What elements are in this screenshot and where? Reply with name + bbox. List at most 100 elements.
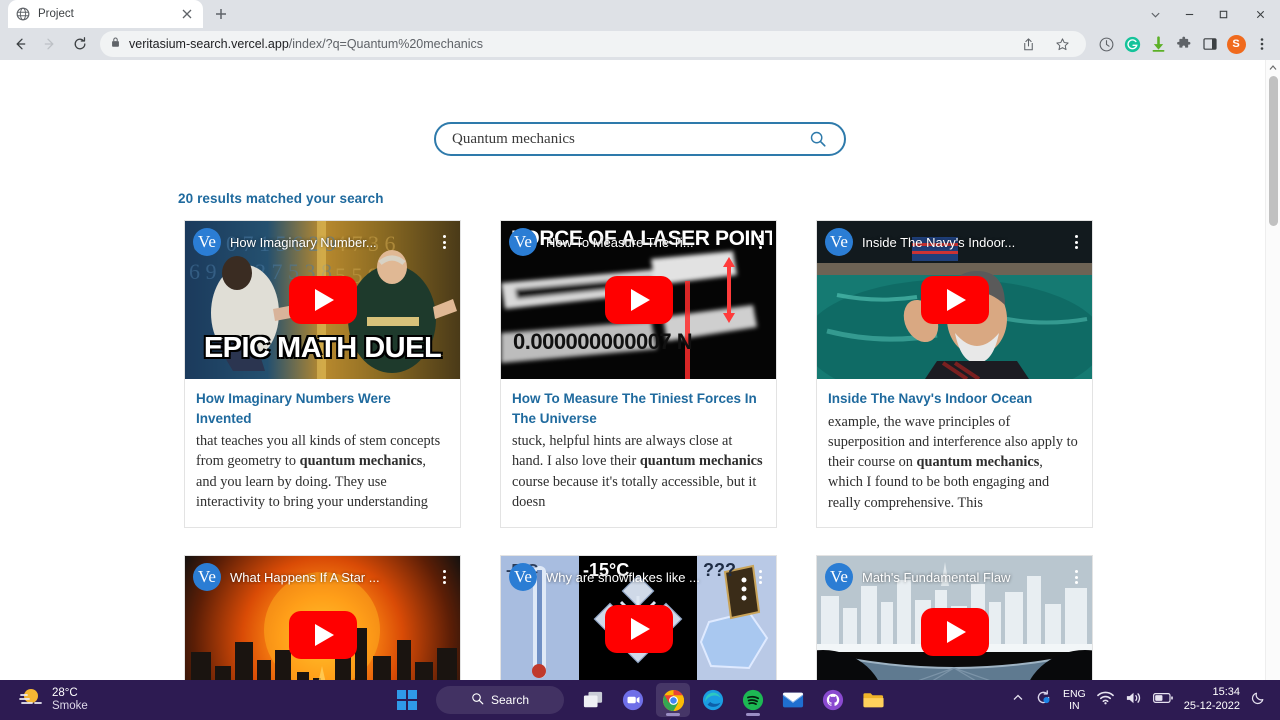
task-view-icon[interactable] <box>576 683 610 717</box>
channel-logo-icon: Ve <box>193 563 221 592</box>
results-grid: 8 3 0 7 1 5 6 2 9 6 9 1 4 2 7 5 3 8 4 7 … <box>184 220 1096 680</box>
chevron-up-icon[interactable] <box>1012 691 1024 709</box>
chevron-down-icon[interactable] <box>1138 0 1172 28</box>
video-thumbnail[interactable]: FORCE OF A LASER POINTER 0.000000000007 … <box>501 221 776 379</box>
close-icon[interactable] <box>1240 0 1280 28</box>
file-explorer-icon[interactable] <box>856 683 890 717</box>
result-card[interactable]: 8 3 0 7 1 5 6 2 9 6 9 1 4 2 7 5 3 8 4 7 … <box>184 220 461 529</box>
windows-start-icon[interactable] <box>390 683 424 717</box>
windows-taskbar: 28°C Smoke Search ENG IN 15:34 25-12-202… <box>0 680 1280 720</box>
result-card[interactable]: Ve Inside The Navy's Indoor... Inside Th… <box>816 220 1093 529</box>
page-viewport: 20 results matched your search 8 3 0 7 1… <box>0 60 1280 680</box>
maximize-icon[interactable] <box>1206 0 1240 28</box>
result-title[interactable]: Inside The Navy's Indoor Ocean <box>828 389 1081 409</box>
result-card-body: How To Measure The Tiniest Forces In The… <box>501 379 776 526</box>
play-button[interactable] <box>288 611 357 660</box>
browser-window: Project veritasium-search.vercel.app/ind… <box>0 0 1280 680</box>
result-card[interactable]: FORCE OF A LASER POINTER 0.000000000007 … <box>500 220 777 529</box>
video-thumbnail[interactable]: -5°C -15°C ??? SOLVED AFTER 85 YEARS Ve … <box>501 556 776 680</box>
result-title[interactable]: How Imaginary Numbers Were Invented <box>196 389 449 428</box>
video-thumbnail[interactable]: 8 3 0 7 1 5 6 2 9 6 9 1 4 2 7 5 3 8 4 7 … <box>185 221 460 379</box>
system-tray: ENG IN 15:34 25-12-2022 <box>1012 686 1272 714</box>
haze-sun-icon <box>18 687 44 714</box>
play-button[interactable] <box>920 276 989 324</box>
lock-icon <box>110 35 121 53</box>
weather-condition: Smoke <box>52 700 88 712</box>
spotify-icon[interactable] <box>736 683 770 717</box>
app-running-indicator <box>666 713 680 716</box>
minimize-icon[interactable] <box>1172 0 1206 28</box>
taskbar-search[interactable]: Search <box>436 686 564 714</box>
result-card[interactable]: INCOMPLETENESS Ve Math's Fundamental Fla… <box>816 555 1093 680</box>
avatar-initial: S <box>1226 34 1246 54</box>
new-tab-button[interactable] <box>207 0 235 28</box>
channel-logo-icon: Ve <box>509 228 537 256</box>
video-menu-icon[interactable] <box>436 235 452 249</box>
github-icon[interactable] <box>816 683 850 717</box>
video-menu-icon[interactable] <box>436 570 452 585</box>
close-icon[interactable] <box>179 6 195 22</box>
share-icon[interactable] <box>1016 32 1040 56</box>
result-card[interactable]: -5°C -15°C ??? SOLVED AFTER 85 YEARS Ve … <box>500 555 777 680</box>
back-arrow-icon[interactable] <box>6 30 34 58</box>
speaker-icon[interactable] <box>1125 691 1142 710</box>
battery-icon[interactable] <box>1152 691 1173 709</box>
side-panel-icon[interactable] <box>1198 32 1222 56</box>
desc-highlight: quantum mechanics <box>299 453 423 470</box>
result-title[interactable]: How To Measure The Tiniest Forces In The… <box>512 389 765 428</box>
video-menu-icon[interactable] <box>752 235 768 249</box>
grammarly-icon[interactable] <box>1120 32 1144 56</box>
extensions-puzzle-icon[interactable] <box>1172 32 1196 56</box>
browser-toolbar: veritasium-search.vercel.app/index/?q=Qu… <box>0 28 1280 60</box>
download-icon[interactable] <box>1146 32 1170 56</box>
video-menu-icon[interactable] <box>1068 570 1084 585</box>
language-indicator[interactable]: ENG IN <box>1063 688 1086 713</box>
taskbar-clock[interactable]: 15:34 25-12-2022 <box>1184 686 1240 714</box>
bookmark-star-icon[interactable] <box>1050 32 1074 56</box>
video-menu-icon[interactable] <box>1068 235 1084 249</box>
address-bar[interactable]: veritasium-search.vercel.app/index/?q=Qu… <box>100 31 1086 57</box>
desc-highlight: quantum mechanics <box>916 454 1040 471</box>
result-description: that teaches you all kinds of stem conce… <box>196 431 449 512</box>
play-button[interactable] <box>288 276 357 324</box>
mail-icon[interactable] <box>776 683 810 717</box>
play-button[interactable] <box>920 607 989 656</box>
video-title-overlay: Math's Fundamental Flaw <box>862 569 1011 585</box>
search-icon[interactable] <box>808 129 828 149</box>
results-count: 20 results matched your search <box>178 191 384 206</box>
video-title-overlay: What Happens If A Star ... <box>230 569 380 585</box>
weather-text: 28°C Smoke <box>52 687 88 713</box>
play-button[interactable] <box>604 276 673 324</box>
weather-widget[interactable]: 28°C Smoke <box>8 687 88 714</box>
video-thumbnail[interactable]: Ve Inside The Navy's Indoor... <box>817 221 1092 379</box>
address-bar-url: veritasium-search.vercel.app/index/?q=Qu… <box>129 37 483 51</box>
channel-logo-icon: Ve <box>193 228 221 256</box>
video-title-overlay: How To Measure The Ti... <box>546 234 694 250</box>
weather-temperature: 28°C <box>52 686 78 699</box>
edge-icon[interactable] <box>696 683 730 717</box>
video-thumbnail[interactable]: INCOMPLETENESS Ve Math's Fundamental Fla… <box>817 556 1092 680</box>
search-input[interactable] <box>452 130 808 148</box>
thumbnail-banner: EPIC MATH DUEL <box>203 332 442 364</box>
globe-icon <box>16 7 30 21</box>
play-button[interactable] <box>604 604 673 653</box>
chat-teams-icon[interactable] <box>616 683 650 717</box>
scroll-up-icon[interactable] <box>1266 60 1280 75</box>
wifi-icon[interactable] <box>1096 691 1114 710</box>
browser-tab[interactable]: Project <box>8 0 203 28</box>
reload-icon[interactable] <box>66 30 94 58</box>
history-clock-icon[interactable] <box>1094 32 1118 56</box>
clock-date: 25-12-2022 <box>1183 700 1240 712</box>
video-menu-icon[interactable] <box>752 570 768 585</box>
video-thumbnail[interactable]: Ve What Happens If A Star ... <box>185 556 460 680</box>
kebab-menu-icon[interactable] <box>1250 32 1274 56</box>
avatar[interactable]: S <box>1224 32 1248 56</box>
scrollbar-thumb[interactable] <box>1269 76 1278 226</box>
moon-dnd-icon[interactable] <box>1251 690 1266 710</box>
page-scrollbar[interactable] <box>1265 60 1280 680</box>
search-box[interactable] <box>434 122 846 156</box>
onedrive-sync-icon[interactable] <box>1035 689 1052 711</box>
chrome-icon[interactable] <box>656 683 690 717</box>
channel-logo-icon: Ve <box>509 563 537 592</box>
result-card[interactable]: Ve What Happens If A Star ... <box>184 555 461 680</box>
